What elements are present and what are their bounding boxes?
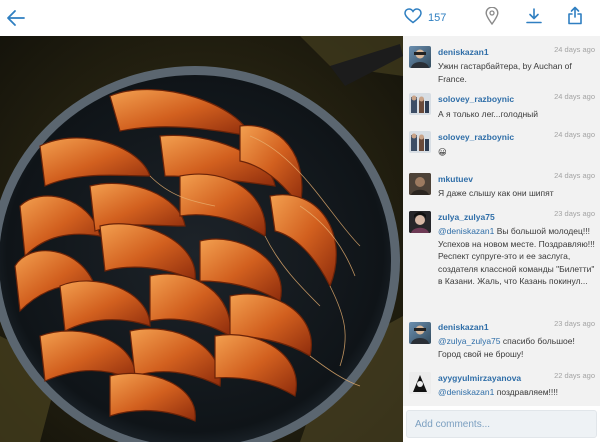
user-avatar[interactable]	[409, 372, 431, 394]
user-avatar[interactable]	[409, 131, 431, 153]
user-avatar[interactable]	[409, 46, 431, 68]
heart-icon	[404, 7, 422, 29]
location-pin-icon	[485, 6, 499, 30]
comment-text: Я даже слышу как они шипят	[438, 188, 554, 198]
user-avatar[interactable]	[409, 93, 431, 115]
comment-item: deniskazan1 24 days ago Ужин гастарбайте…	[403, 40, 600, 84]
comment-item: zulya_zulya75 23 days ago @deniskazan1 В…	[403, 206, 600, 312]
comment-text: А я только лег...голодный	[438, 109, 539, 119]
post-photo[interactable]	[0, 36, 403, 442]
comment-item: mkutuev 24 days ago Я даже слышу как они…	[403, 168, 600, 204]
comment-timestamp: 22 days ago	[554, 371, 595, 380]
comment-text: @deniskazan1 Вы большой молодец!!! Успех…	[438, 225, 596, 288]
comment-mention[interactable]: @deniskazan1	[438, 387, 494, 397]
share-icon	[567, 6, 583, 30]
comment-username[interactable]: deniskazan1	[438, 47, 489, 57]
comment-timestamp: 24 days ago	[554, 171, 595, 180]
comment-timestamp: 23 days ago	[554, 319, 595, 328]
comment-timestamp: 24 days ago	[554, 45, 595, 54]
add-comment-input[interactable]	[406, 410, 597, 438]
top-toolbar: 157	[0, 0, 600, 36]
comment-username[interactable]: mkutuev	[438, 174, 473, 184]
user-avatar[interactable]	[409, 173, 431, 195]
comment-item: ayygyulmirzayanova 22 days ago @deniskaz…	[403, 368, 600, 406]
comment-item: solovey_razboynic 24 days ago А я только…	[403, 89, 600, 123]
comment-timestamp: 24 days ago	[554, 92, 595, 101]
download-icon	[525, 7, 543, 30]
comment-username[interactable]: solovey_razboynic	[438, 94, 514, 104]
like-button[interactable]: 157	[404, 7, 446, 29]
comment-username[interactable]: ayygyulmirzayanova	[438, 373, 521, 383]
comments-panel[interactable]: deniskazan1 24 days ago Ужин гастарбайте…	[403, 36, 600, 406]
comment-body: поздравляем!!!!	[494, 387, 558, 397]
back-arrow-icon[interactable]	[4, 6, 28, 30]
comment-timestamp: 23 days ago	[554, 209, 595, 218]
user-avatar[interactable]	[409, 211, 431, 233]
comment-item: solovey_razboynic 24 days ago 😀	[403, 127, 600, 161]
comment-mention[interactable]: @zulya_zulya75	[438, 336, 501, 346]
comment-username[interactable]: solovey_razboynic	[438, 132, 514, 142]
like-count: 157	[428, 12, 447, 24]
shrimp-pan-image	[0, 36, 403, 442]
comment-text: @deniskazan1 поздравляем!!!!	[438, 386, 596, 399]
comment-item: deniskazan1 23 days ago @zulya_zulya75 с…	[403, 316, 600, 368]
download-button[interactable]	[525, 7, 543, 29]
comment-text: @zulya_zulya75 спасибо большое! Город св…	[438, 335, 596, 360]
share-button[interactable]	[567, 6, 583, 30]
comment-timestamp: 24 days ago	[554, 130, 595, 139]
comment-username[interactable]: zulya_zulya75	[438, 212, 495, 222]
user-avatar[interactable]	[409, 322, 431, 344]
comment-text: Ужин гастарбайтера, by Auchan of France.	[438, 61, 572, 84]
comment-mention[interactable]: @deniskazan1	[438, 226, 494, 236]
comment-username[interactable]: deniskazan1	[438, 322, 489, 332]
comment-text: 😀	[438, 147, 447, 157]
location-button[interactable]	[485, 6, 499, 30]
